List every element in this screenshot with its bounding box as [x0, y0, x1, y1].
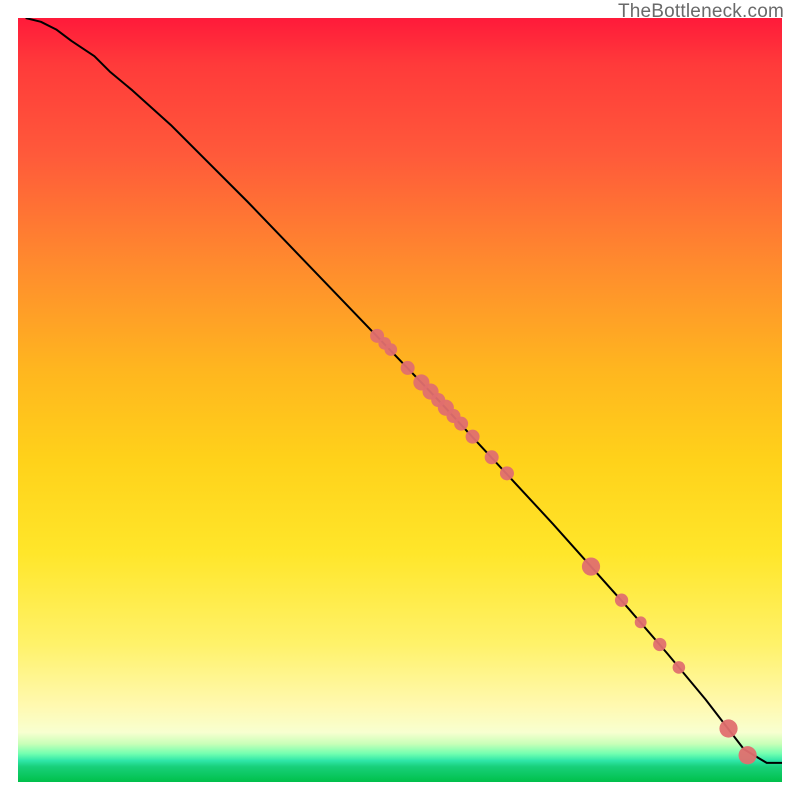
chart-point	[454, 417, 468, 431]
chart-point	[739, 746, 757, 764]
chart-point	[615, 594, 628, 607]
chart-point	[466, 430, 480, 444]
chart-point	[500, 466, 514, 480]
chart-point	[635, 616, 647, 628]
chart-point	[401, 361, 415, 375]
chart-point	[485, 450, 499, 464]
watermark-text: TheBottleneck.com	[618, 1, 784, 23]
chart-point	[673, 661, 686, 674]
chart-point	[582, 557, 600, 575]
chart-point	[719, 719, 737, 737]
chart-stage: TheBottleneck.com	[0, 0, 800, 800]
chart-svg	[18, 18, 782, 782]
chart-point	[385, 343, 398, 356]
chart-point	[653, 638, 666, 651]
chart-curve	[26, 18, 782, 763]
